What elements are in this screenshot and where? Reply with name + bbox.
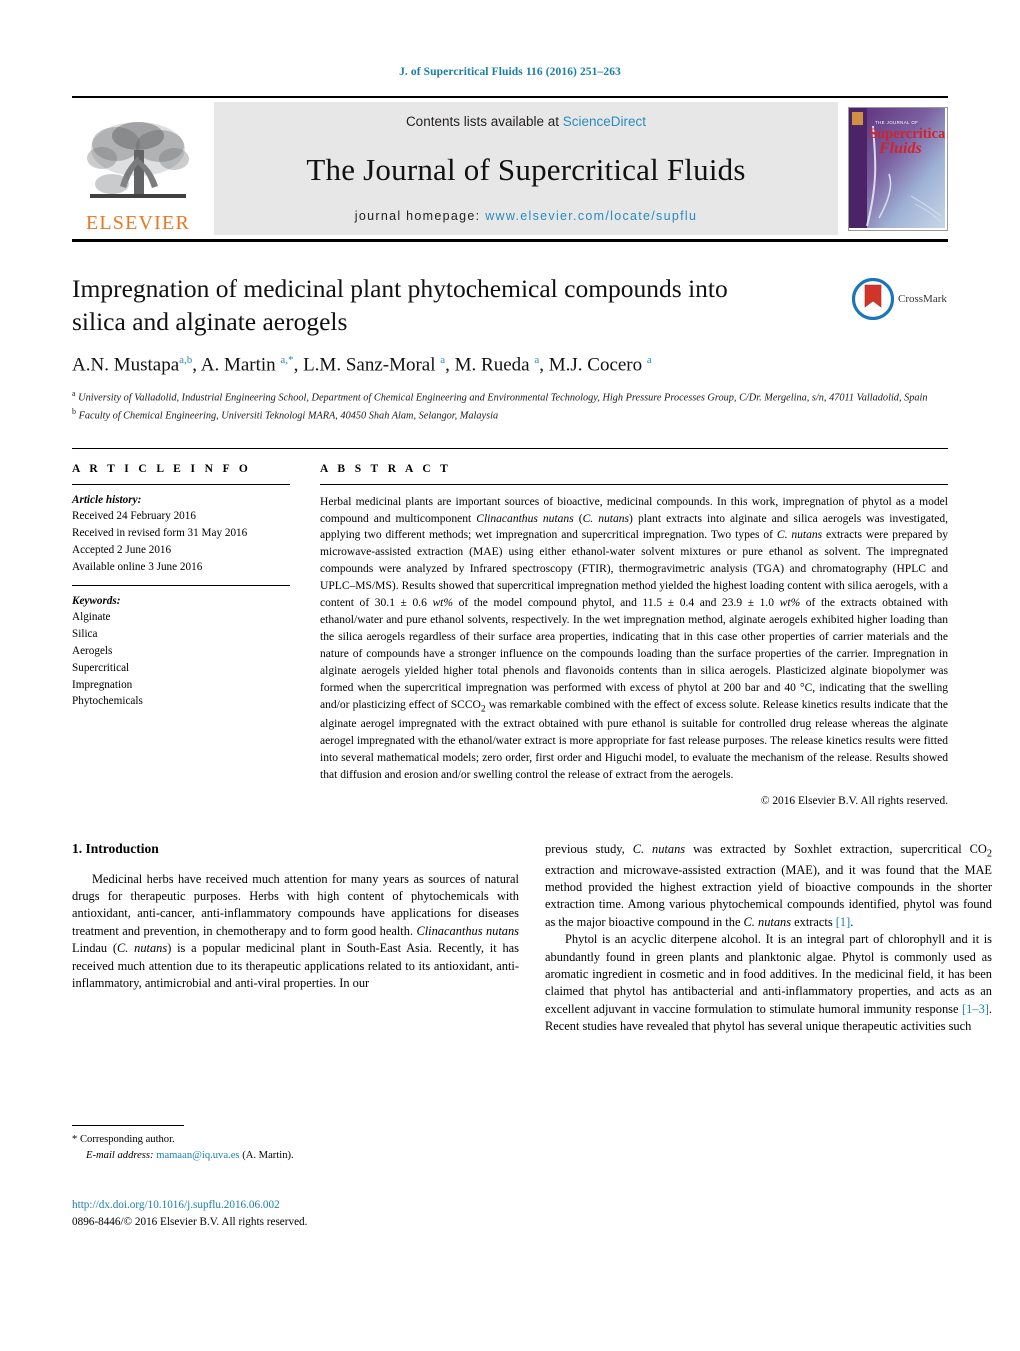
- paragraph: previous study, C. nutans was extracted …: [545, 841, 992, 929]
- paragraph: Medicinal herbs have received much atten…: [72, 871, 519, 991]
- homepage-prefix: journal homepage:: [354, 209, 486, 223]
- crossmark-label: CrossMark: [898, 293, 947, 305]
- footer-block: http://dx.doi.org/10.1016/j.supflu.2016.…: [72, 1197, 307, 1230]
- keyword-item: Phytochemicals: [72, 695, 143, 708]
- elsevier-logo: ELSEVIER: [72, 102, 204, 235]
- affiliation-a: a University of Valladolid, Industrial E…: [72, 388, 948, 406]
- article-history-group: Article history: Received 24 February 20…: [72, 485, 290, 576]
- masthead-center: Contents lists available at ScienceDirec…: [214, 102, 838, 235]
- footnote-rule: [72, 1125, 184, 1127]
- body-columns: 1. Introduction Medicinal herbs have rec…: [72, 841, 992, 1261]
- elsevier-wordmark: ELSEVIER: [85, 212, 191, 234]
- affiliation-b: b Faculty of Chemical Engineering, Unive…: [72, 406, 948, 424]
- page-title: Impregnation of medicinal plant phytoche…: [72, 274, 728, 337]
- elsevier-tree-icon: [87, 122, 189, 198]
- journal-cover-thumbnail: THE JOURNAL OF Supercritical Fluids: [848, 106, 948, 231]
- keyword-item: Impregnation: [72, 678, 133, 691]
- affiliation-b-text: Faculty of Chemical Engineering, Univers…: [78, 410, 499, 422]
- email-owner: (A. Martin).: [242, 1150, 294, 1162]
- affiliations: a University of Valladolid, Industrial E…: [72, 388, 948, 424]
- issn-copyright: 0896-8446/© 2016 Elsevier B.V. All right…: [72, 1215, 308, 1228]
- keywords-group: Keywords: Alginate Silica Aerogels Super…: [72, 586, 290, 711]
- info-abstract-section: A R T I C L E I N F O Article history: R…: [72, 447, 948, 807]
- affiliation-a-text: University of Valladolid, Industrial Eng…: [78, 392, 928, 404]
- footnote-block: * Corresponding author. E-mail address: …: [72, 1125, 519, 1164]
- journal-title: The Journal of Supercritical Fluids: [306, 151, 746, 187]
- contents-prefix: Contents lists available at: [405, 114, 563, 129]
- svg-text:Fluids: Fluids: [878, 140, 922, 157]
- paragraph: Phytol is an acyclic diterpene alcohol. …: [545, 932, 992, 1034]
- history-item: Received in revised form 31 May 2016: [72, 527, 248, 540]
- sciencedirect-link[interactable]: ScienceDirect: [563, 114, 646, 129]
- introduction-heading: 1. Introduction: [72, 840, 159, 856]
- abstract-column: A B S T R A C T Herbal medicinal plants …: [320, 463, 948, 807]
- crossmark-icon: [852, 278, 894, 320]
- keyword-item: Aerogels: [72, 645, 113, 658]
- email-label: E-mail address:: [86, 1150, 154, 1162]
- journal-masthead: ELSEVIER Contents lists available at Sci…: [72, 96, 948, 242]
- journal-homepage-line: journal homepage: www.elsevier.com/locat…: [355, 209, 697, 223]
- keywords-label: Keywords:: [72, 594, 121, 607]
- doi-link[interactable]: http://dx.doi.org/10.1016/j.supflu.2016.…: [72, 1197, 307, 1214]
- journal-cover-art: THE JOURNAL OF Supercritical Fluids: [849, 107, 947, 228]
- introduction-right-text: previous study, C. nutans was extracted …: [545, 841, 992, 1036]
- article-page: J. of Supercritical Fluids 116 (2016) 25…: [0, 0, 1020, 1351]
- history-item: Available online 3 June 2016: [72, 560, 203, 573]
- journal-homepage-link[interactable]: www.elsevier.com/locate/supflu: [485, 209, 697, 223]
- corresponding-marker: *: [72, 1134, 78, 1146]
- introduction-left-text: Medicinal herbs have received much atten…: [72, 871, 519, 993]
- author-list: A.N. Mustapaa,b, A. Martin a,*, L.M. San…: [72, 354, 652, 376]
- contents-list-line: Contents lists available at ScienceDirec…: [406, 114, 646, 129]
- article-info-heading: A R T I C L E I N F O: [72, 462, 252, 475]
- corresponding-text: Corresponding author.: [79, 1134, 175, 1146]
- email-link[interactable]: mamaan@iq.uva.es: [156, 1150, 239, 1161]
- corresponding-author-note: * Corresponding author.: [72, 1132, 519, 1148]
- abstract-copyright: © 2016 Elsevier B.V. All rights reserved…: [760, 794, 948, 807]
- abstract-body: Herbal medicinal plants are important so…: [320, 485, 948, 784]
- history-item: Received 24 February 2016: [72, 510, 196, 523]
- abstract-heading: A B S T R A C T: [320, 462, 452, 475]
- keyword-item: Alginate: [72, 611, 111, 624]
- email-note: E-mail address: mamaan@iq.uva.es (A. Mar…: [72, 1148, 519, 1164]
- footnote-text: * Corresponding author. E-mail address: …: [72, 1132, 519, 1164]
- body-column-right: previous study, C. nutans was extracted …: [545, 841, 992, 1261]
- history-item: Accepted 2 June 2016: [72, 544, 172, 557]
- article-history-label: Article history:: [72, 493, 142, 506]
- title-block: Impregnation of medicinal plant phytoche…: [72, 272, 948, 424]
- body-column-left: 1. Introduction Medicinal herbs have rec…: [72, 841, 519, 1261]
- svg-text:THE JOURNAL OF: THE JOURNAL OF: [875, 120, 918, 125]
- abstract-text: Herbal medicinal plants are important so…: [320, 495, 948, 781]
- running-head: J. of Supercritical Fluids 116 (2016) 25…: [399, 66, 621, 78]
- keyword-item: Silica: [72, 628, 98, 641]
- keyword-item: Supercritical: [72, 661, 130, 674]
- affiliation-b-marker: b: [72, 406, 76, 416]
- affiliation-a-marker: a: [72, 388, 76, 398]
- article-info-column: A R T I C L E I N F O Article history: R…: [72, 463, 290, 807]
- crossmark-badge[interactable]: CrossMark: [852, 276, 948, 322]
